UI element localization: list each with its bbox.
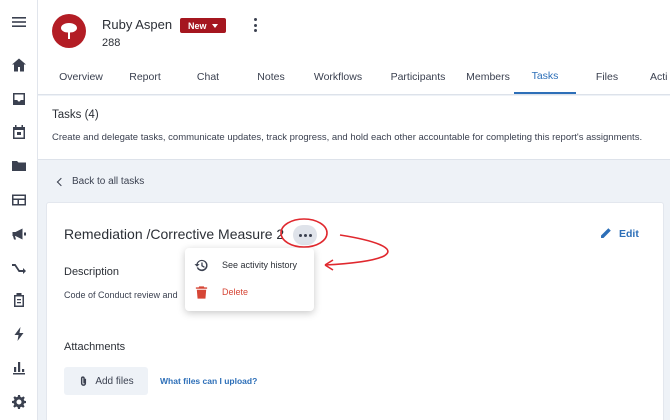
delete-item-label: Delete [222, 287, 249, 297]
tab-report[interactable]: Report [122, 60, 168, 94]
tab-participants[interactable]: Participants [380, 60, 456, 94]
app-name: Ruby Aspen [102, 17, 173, 32]
left-nav-rail [0, 0, 38, 420]
back-to-tasks-link[interactable]: Back to all tasks [56, 176, 145, 187]
edit-button[interactable]: Edit [599, 227, 639, 240]
task-title: Remediation /Corrective Measure 2 [64, 226, 285, 242]
bar-chart-icon[interactable] [7, 356, 31, 380]
add-files-button[interactable]: Add files [64, 367, 148, 395]
chevron-left-icon [56, 177, 66, 186]
menu-icon[interactable] [7, 10, 31, 34]
tab-notes[interactable]: Notes [250, 60, 292, 94]
task-detail-card: Remediation /Corrective Measure 2 Edit D… [46, 202, 664, 420]
app-subtitle: 288 [102, 37, 121, 49]
more-options-icon[interactable] [248, 16, 262, 34]
back-link-label: Back to all tasks [72, 176, 145, 187]
chevron-down-icon [211, 23, 218, 28]
shuffle-icon[interactable] [7, 256, 31, 280]
tab-chat[interactable]: Chat [188, 60, 228, 94]
tab-members[interactable]: Members [458, 60, 518, 94]
add-files-label: Add files [95, 375, 134, 387]
tasks-info-panel: Tasks (4) Create and delegate tasks, com… [38, 96, 670, 160]
tab-tasks[interactable]: Tasks [514, 60, 576, 94]
lightning-icon[interactable] [7, 322, 31, 346]
tasks-description: Create and delegate tasks, communicate u… [52, 132, 643, 143]
clipboard-icon[interactable] [7, 288, 31, 312]
app-header: Ruby Aspen 288 New Overview Report Chat … [38, 0, 670, 95]
tab-workflows[interactable]: Workflows [308, 60, 368, 94]
megaphone-icon[interactable] [7, 222, 31, 246]
edit-button-label: Edit [619, 227, 639, 240]
paperclip-icon [81, 375, 87, 386]
description-label: Description [64, 266, 120, 278]
delete-item[interactable]: Delete [185, 279, 314, 305]
table-icon[interactable] [7, 188, 31, 212]
history-icon [194, 259, 208, 271]
calendar-icon[interactable] [7, 120, 31, 144]
tab-activity[interactable]: Acti [650, 60, 670, 94]
description-text: Code of Conduct review and [64, 290, 178, 300]
task-more-options-button[interactable] [293, 225, 317, 245]
trash-icon [195, 285, 208, 299]
tasks-count-heading: Tasks (4) [52, 109, 99, 121]
inbox-icon[interactable] [7, 87, 31, 111]
history-item-label: See activity history [222, 260, 298, 270]
tab-bar: Overview Report Chat Notes Workflows Par… [38, 60, 670, 94]
folder-icon[interactable] [7, 154, 31, 178]
pencil-icon [601, 228, 611, 238]
home-icon[interactable] [7, 53, 31, 77]
file-types-help-link[interactable]: What files can I upload? [160, 376, 257, 386]
see-activity-history-item[interactable]: See activity history [185, 252, 314, 278]
tab-files[interactable]: Files [590, 60, 624, 94]
status-badge[interactable]: New [180, 18, 226, 33]
attachments-label: Attachments [64, 341, 126, 353]
tab-overview[interactable]: Overview [52, 60, 110, 94]
app-logo [52, 14, 86, 48]
gear-icon[interactable] [7, 390, 31, 414]
tree-icon [61, 23, 77, 39]
task-options-menu: See activity history Delete [185, 248, 314, 311]
status-badge-label: New [188, 20, 207, 31]
